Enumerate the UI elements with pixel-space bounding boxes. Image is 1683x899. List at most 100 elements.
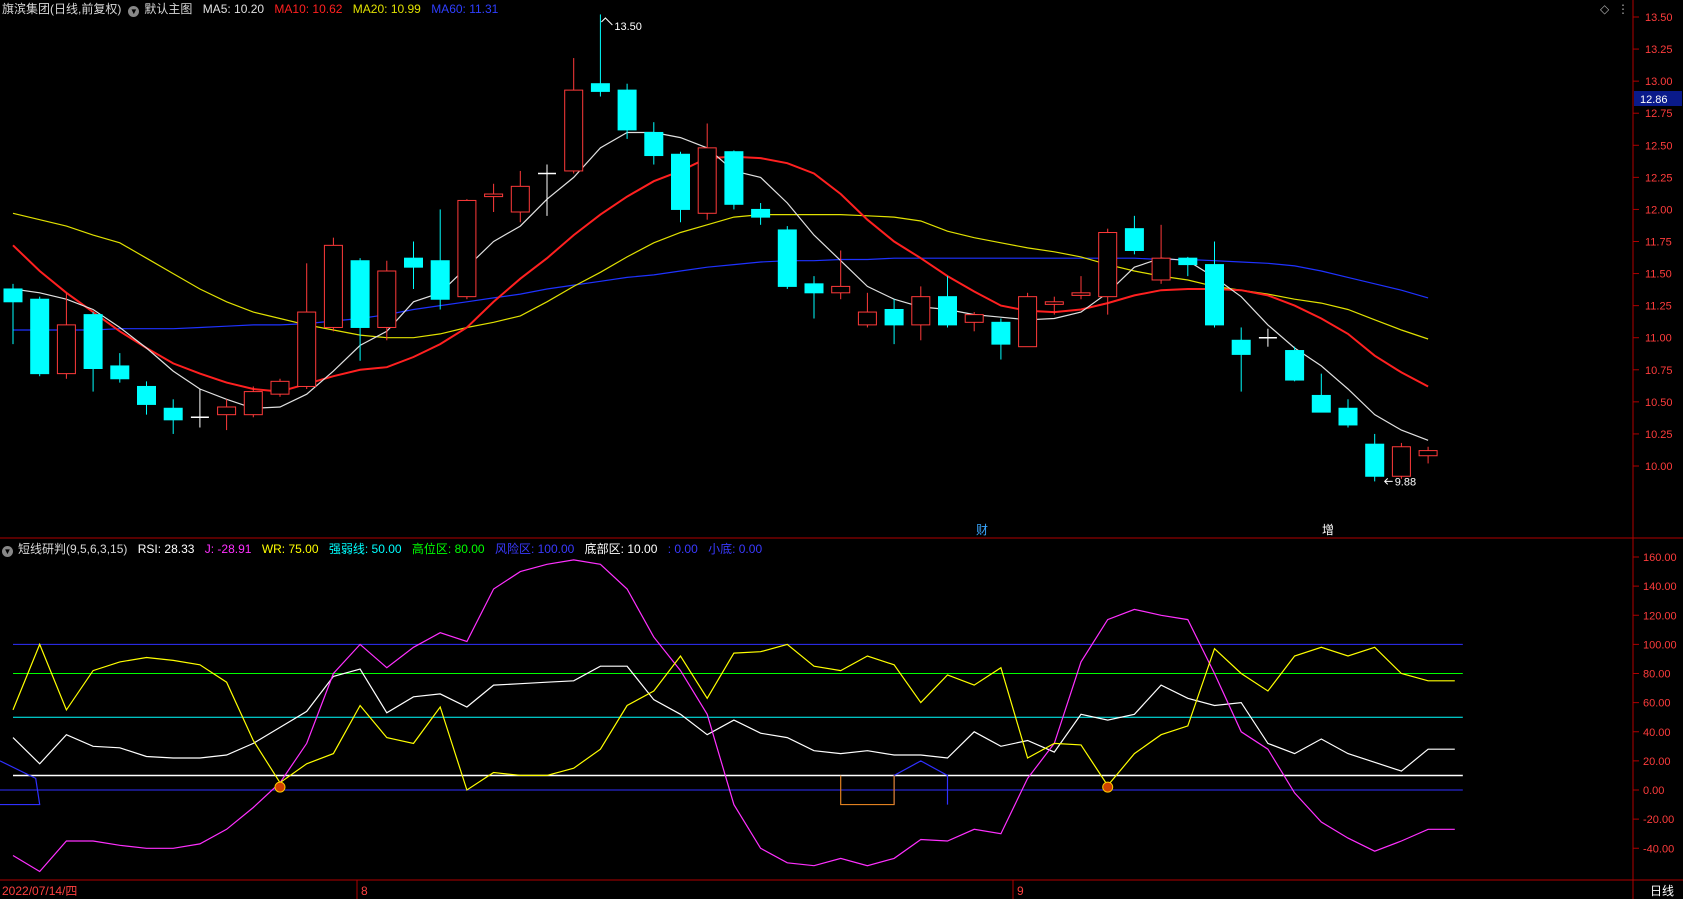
candle-body <box>1285 350 1305 381</box>
buy-signal-icon <box>1102 781 1114 793</box>
candle-body <box>697 147 717 214</box>
indicator-tick-label: 40.00 <box>1643 727 1671 739</box>
candle-body <box>1044 301 1064 305</box>
candle-body <box>484 193 504 198</box>
chart-background <box>0 0 1683 899</box>
indicator-tick-label: 0.00 <box>1643 785 1664 797</box>
candle-body <box>3 288 23 303</box>
risk-zone-value: 风险区: 100.00 <box>494 542 575 556</box>
candle-body <box>243 391 263 416</box>
candle-body <box>1205 264 1224 326</box>
candle <box>323 237 343 332</box>
candle-body <box>1311 394 1331 413</box>
candle-body <box>430 260 450 300</box>
candle-body <box>110 365 130 380</box>
candle-body <box>1365 443 1385 477</box>
indicator-tick-label: 100.00 <box>1643 639 1677 651</box>
candle-body <box>83 314 103 370</box>
buy-signal-dot <box>274 781 286 793</box>
increase-marker[interactable]: 增 <box>1322 523 1334 537</box>
candle-body <box>30 298 50 375</box>
candle-body <box>884 308 904 326</box>
dropdown-icon[interactable]: ▼ <box>2 546 13 557</box>
price-tick-label: 10.50 <box>1645 397 1673 409</box>
diamond-icon[interactable]: ◇ <box>1600 2 1610 16</box>
price-tick-label: 10.75 <box>1645 365 1673 377</box>
ma10-value: MA10: 10.62 <box>274 2 343 16</box>
dropdown-icon[interactable]: ▼ <box>128 6 140 17</box>
candle-body <box>644 131 664 157</box>
candle-body <box>457 199 477 298</box>
high-zone-value: 高位区: 80.00 <box>411 542 485 556</box>
candle-body <box>1231 339 1251 355</box>
candle-body <box>404 257 423 268</box>
j-value: J: -28.91 <box>204 542 252 556</box>
indicator-name[interactable]: 短线研判(9,5,6,3,15) <box>18 542 127 556</box>
candle-body <box>323 244 343 328</box>
main-indicator-name[interactable]: 默认主图 <box>144 2 192 16</box>
finance-marker[interactable]: 财 <box>976 523 988 537</box>
candle-body <box>831 285 851 294</box>
candle-body <box>56 324 76 375</box>
stock-title[interactable]: 旗滨集团(日线,前复权) <box>2 2 121 16</box>
small-bottom-value: 小底: 0.00 <box>708 542 763 556</box>
wr-value: WR: 75.00 <box>261 542 319 556</box>
candle-body <box>297 311 317 387</box>
candle-body <box>163 407 183 421</box>
candle-body <box>1098 232 1118 298</box>
candle-body <box>217 406 237 416</box>
price-tick-label: 12.00 <box>1645 204 1673 216</box>
price-tick-label: 10.00 <box>1645 461 1673 473</box>
price-tick-label: 12.50 <box>1645 140 1673 152</box>
period-label[interactable]: 日线 <box>1650 884 1674 898</box>
high-price-annotation: 13.50 <box>614 21 642 33</box>
indicator-tick-label: 140.00 <box>1643 581 1677 593</box>
price-tick-label: 13.00 <box>1645 76 1673 88</box>
indicator-tick-label: -40.00 <box>1643 843 1674 855</box>
low-price-annotation: 9.88 <box>1395 476 1416 488</box>
candle-body <box>270 380 290 395</box>
price-tick-label: 13.25 <box>1645 44 1673 56</box>
candle-body <box>1018 296 1038 348</box>
price-tick-label: 12.25 <box>1645 172 1673 184</box>
candle-body <box>724 151 744 205</box>
price-tick-label: 11.75 <box>1645 237 1672 249</box>
candle-body <box>911 296 931 326</box>
candle <box>270 378 290 397</box>
ma60-value: MA60: 11.31 <box>431 2 499 16</box>
price-tick-label: 11.25 <box>1645 301 1672 313</box>
settings-dots-icon[interactable]: ⋮ <box>1617 2 1629 16</box>
candle <box>724 150 744 210</box>
candle-body <box>1071 292 1091 296</box>
candle <box>457 199 477 300</box>
candle-body <box>804 283 824 294</box>
price-tick-label: 12.75 <box>1645 108 1673 120</box>
candle <box>30 296 50 377</box>
stock-chart[interactable]: 10.00 10.25 10.50 10.75 11.00 11.25 11.50 11.75… <box>0 0 1683 899</box>
price-tick-label: 10.25 <box>1645 429 1673 441</box>
candle-body <box>590 83 610 92</box>
candle-body <box>671 153 690 210</box>
candle-body <box>1338 407 1358 426</box>
candle <box>777 226 797 289</box>
candle <box>1285 346 1305 382</box>
candle-body <box>964 314 984 323</box>
indicator-tick-label: 160.00 <box>1643 552 1677 564</box>
indicator-tick-label: 60.00 <box>1643 698 1671 710</box>
bottom-zone-value: 底部区: 10.00 <box>584 542 658 556</box>
candle-body <box>137 385 156 405</box>
strong-line-value: 强弱线: 50.00 <box>328 542 402 556</box>
buy-signal-dot <box>1102 781 1114 793</box>
start-date-label: 2022/07/14/四 <box>2 884 77 898</box>
candle-body <box>1178 257 1198 266</box>
main-header: 旗滨集团(日线,前复权) ▼ 默认主图 MA5: 10.20 MA10: 10.62… <box>2 0 505 17</box>
candle-body <box>991 321 1011 345</box>
candle-body <box>1124 228 1144 251</box>
indicator-tick-label: 80.00 <box>1643 669 1671 681</box>
candle-body <box>1391 446 1411 477</box>
blank-value: : 0.00 <box>667 542 698 556</box>
price-tick-label: 11.00 <box>1645 333 1672 345</box>
ma20-value: MA20: 10.99 <box>352 2 421 16</box>
rsi-value: RSI: 28.33 <box>137 542 195 556</box>
price-tick-label: 11.50 <box>1645 269 1672 281</box>
